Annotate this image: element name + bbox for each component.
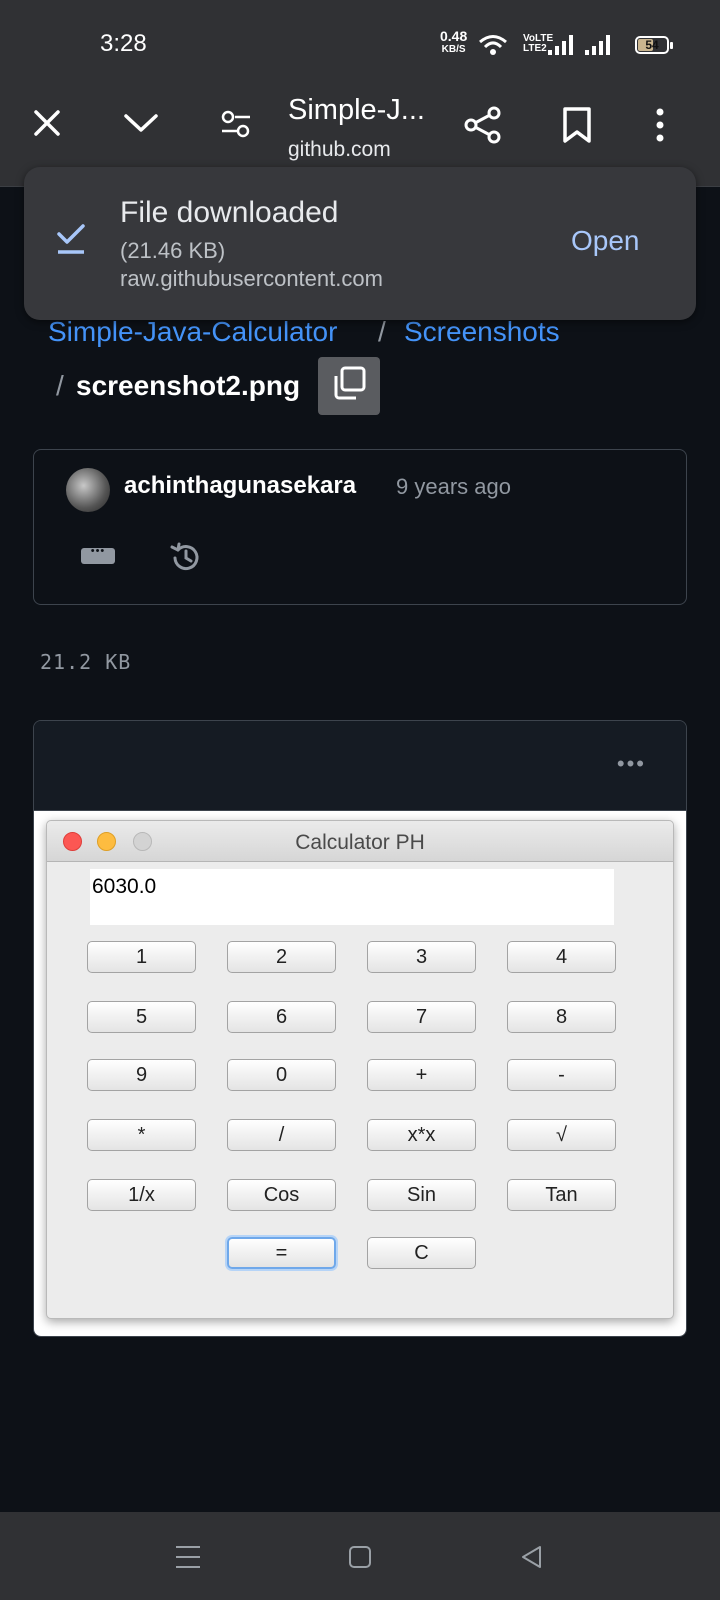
signal-1-icon [548, 35, 573, 55]
bookmark-icon[interactable] [562, 106, 592, 144]
calc-key: 1/x [87, 1179, 196, 1211]
calculator-titlebar: Calculator PH [47, 821, 673, 862]
calc-key: 2 [227, 941, 336, 973]
download-source: raw.githubusercontent.com [120, 266, 383, 291]
calc-key: 3 [367, 941, 476, 973]
page-url[interactable]: github.com [288, 138, 391, 162]
copy-path-button[interactable] [318, 357, 380, 415]
calc-key: 4 [507, 941, 616, 973]
commit-time: 9 years ago [396, 474, 511, 499]
calc-key: x*x [367, 1119, 476, 1151]
more-vert-icon[interactable] [654, 106, 666, 144]
network-speed-value: 0.48 [440, 28, 468, 44]
download-title: File downloaded [120, 196, 339, 229]
calc-key: 5 [87, 1001, 196, 1033]
file-more-button[interactable]: ••• [617, 751, 646, 777]
file-size: 21.2 KB [40, 650, 132, 674]
copy-icon [334, 366, 366, 400]
calc-key: √ [507, 1119, 616, 1151]
open-download-button[interactable]: Open [571, 225, 640, 257]
breadcrumb-file-name: screenshot2.png [76, 370, 301, 401]
recent-apps-icon[interactable] [176, 1546, 200, 1576]
calc-key: 1 [87, 941, 196, 973]
breadcrumb-repo-link[interactable]: Simple-Java-Calculator [48, 316, 337, 348]
calculator-display: 6030.0 [90, 869, 614, 925]
image-preview: Calculator PH 6030.0 1 2 3 4 5 6 7 8 9 0 + - * / x*x √ 1… [34, 811, 686, 1336]
calculator-title: Calculator PH [295, 831, 425, 854]
breadcrumb-separator: / [56, 370, 64, 401]
download-done-icon [57, 224, 85, 254]
status-time: 3:28 [100, 30, 147, 57]
back-icon[interactable] [519, 1544, 545, 1570]
calc-key: = [227, 1237, 336, 1269]
calc-key: 0 [227, 1059, 336, 1091]
history-icon[interactable] [168, 540, 204, 576]
chevron-down-icon[interactable] [122, 110, 160, 136]
tune-icon[interactable] [220, 110, 252, 138]
commit-author[interactable]: achinthagunasekara [124, 472, 356, 500]
page-title[interactable]: Simple-J... [288, 94, 425, 127]
file-viewer: ••• Calculator PH 6030.0 1 2 3 4 5 6 7 8 9 0 + - * / x… [33, 720, 687, 1337]
calc-key: Tan [507, 1179, 616, 1211]
calculator-window: Calculator PH 6030.0 1 2 3 4 5 6 7 8 9 0 + - * / x*x √ 1… [46, 820, 674, 1319]
breadcrumb-separator: / [378, 316, 386, 347]
calc-key: * [87, 1119, 196, 1151]
calc-key: 9 [87, 1059, 196, 1091]
wifi-icon [479, 35, 507, 55]
network-speed: 0.48 KB/S [440, 28, 468, 56]
close-icon[interactable] [32, 108, 62, 138]
battery-level: 54 [645, 38, 659, 52]
calc-key: 8 [507, 1001, 616, 1033]
avatar[interactable] [66, 468, 110, 512]
calc-key: 6 [227, 1001, 336, 1033]
calc-key: Sin [367, 1179, 476, 1211]
calc-key: + [367, 1059, 476, 1091]
download-size: (21.46 KB) [120, 238, 226, 263]
network-speed-unit: KB/S [441, 44, 466, 55]
calc-key: Cos [227, 1179, 336, 1211]
file-viewer-header: ••• [34, 721, 686, 811]
share-icon[interactable] [464, 106, 502, 144]
calc-key: 7 [367, 1001, 476, 1033]
breadcrumb-folder-link[interactable]: Screenshots [404, 316, 560, 348]
calc-key: - [507, 1059, 616, 1091]
calc-key: C [367, 1237, 476, 1269]
home-icon[interactable] [349, 1546, 371, 1568]
commit-message-toggle-button[interactable] [81, 545, 115, 564]
battery-icon: 54 [635, 36, 673, 54]
calc-key: / [227, 1119, 336, 1151]
signal-2-icon [585, 35, 610, 55]
